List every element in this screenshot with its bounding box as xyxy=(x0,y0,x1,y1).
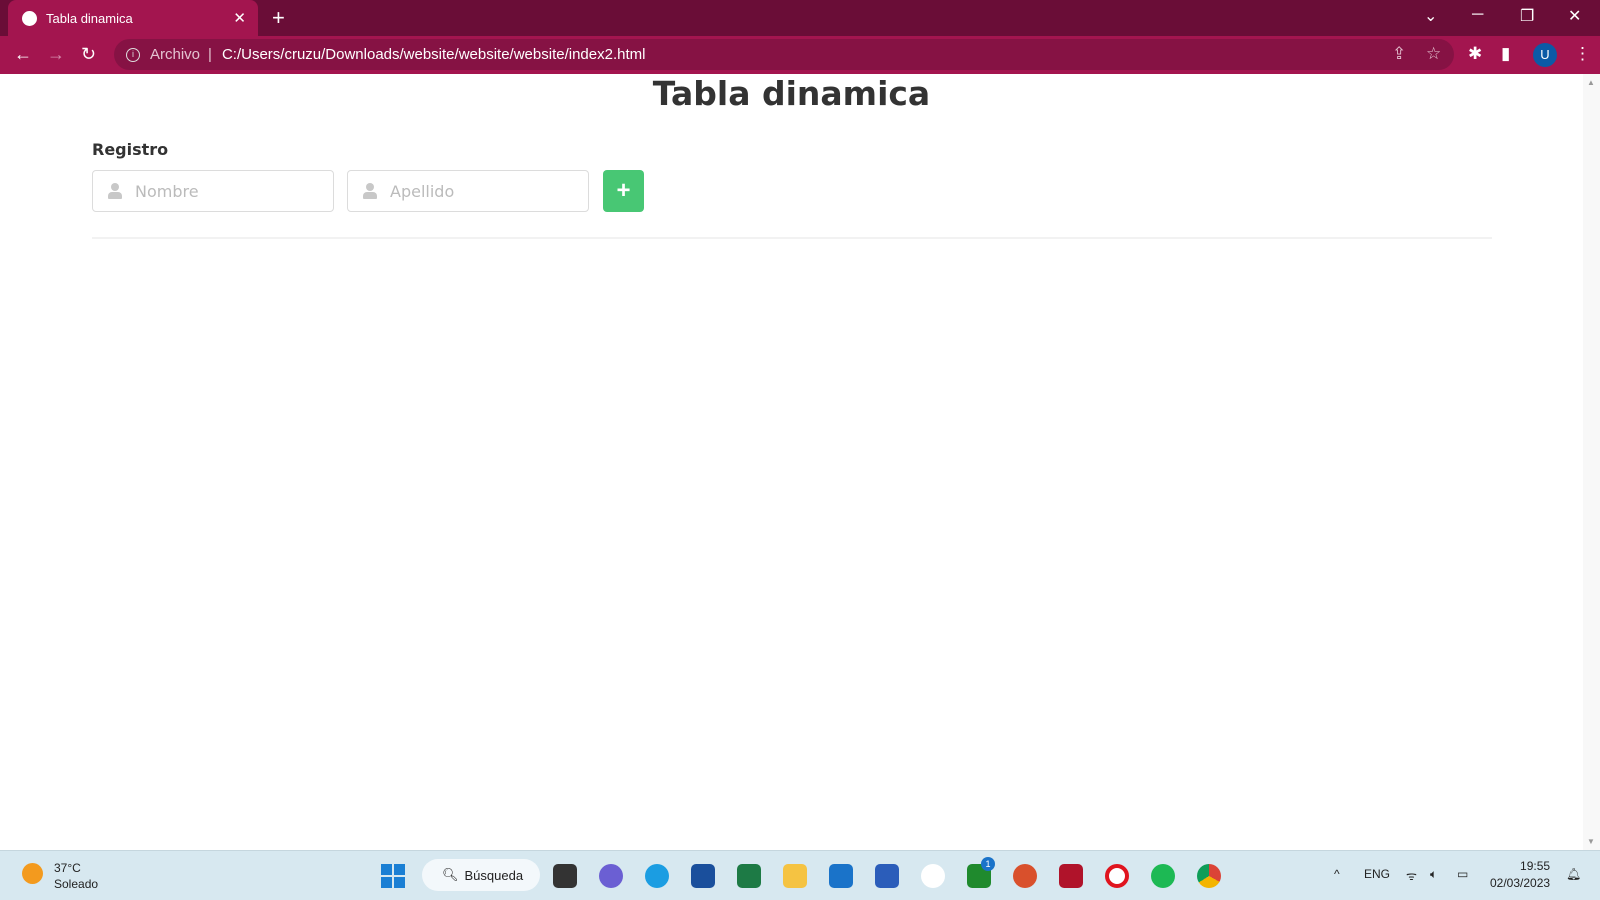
scroll-down-icon[interactable]: ▼ xyxy=(1587,837,1595,846)
new-tab-button[interactable]: + xyxy=(272,5,285,31)
apellido-field[interactable] xyxy=(347,170,589,212)
wifi-icon[interactable]: ᯤ xyxy=(1406,867,1417,884)
notification-badge: 1 xyxy=(981,857,995,871)
tab-search-icon[interactable]: ⌄ xyxy=(1424,6,1437,26)
tab-title: Tabla dinamica xyxy=(46,10,133,26)
address-scheme: Archivo xyxy=(150,46,201,63)
weather-widget[interactable]: 37°C Soleado xyxy=(54,860,98,892)
date: 02/03/2023 xyxy=(1490,876,1551,890)
taskbar-search[interactable]: 🔍︎ Búsqueda xyxy=(422,859,540,891)
nombre-field[interactable] xyxy=(92,170,334,212)
spotify-icon[interactable] xyxy=(1151,864,1175,888)
word-icon[interactable] xyxy=(875,864,899,888)
info-icon[interactable]: i xyxy=(126,47,140,62)
minimize-button[interactable]: ─ xyxy=(1472,6,1483,24)
edge-icon[interactable] xyxy=(645,864,669,888)
taskbar: 37°C Soleado 🔍︎ Búsqueda 1 ^ ENG ᯤ 🔈︎ ▭ … xyxy=(0,850,1600,900)
scroll-up-icon[interactable]: ▲ xyxy=(1587,78,1595,87)
reload-button[interactable]: ↻ xyxy=(81,44,96,65)
excel-icon[interactable] xyxy=(737,864,761,888)
maximize-button[interactable]: ❐ xyxy=(1520,6,1534,26)
temperature: 37°C xyxy=(54,861,81,875)
file-explorer-icon[interactable] xyxy=(783,864,807,888)
back-button[interactable]: ← xyxy=(14,44,32,65)
chrome-icon[interactable] xyxy=(1197,864,1221,888)
opera-icon[interactable] xyxy=(1105,864,1129,888)
weather-condition: Soleado xyxy=(54,877,99,891)
task-view-icon[interactable] xyxy=(553,864,577,888)
user-icon xyxy=(362,183,378,199)
share-icon[interactable]: ⇪ xyxy=(1392,44,1406,64)
forward-button[interactable]: → xyxy=(47,44,65,65)
powerpoint-icon[interactable] xyxy=(1013,864,1037,888)
clock[interactable]: 19:55 02/03/2023 xyxy=(1490,858,1550,892)
address-bar[interactable]: i Archivo | C:/Users/cruzu/Downloads/web… xyxy=(114,39,1454,70)
side-panel-icon[interactable]: ▮ xyxy=(1501,44,1510,64)
bookmark-star-icon[interactable]: ☆ xyxy=(1426,44,1441,64)
app-red-icon[interactable] xyxy=(1059,864,1083,888)
section-label: Registro xyxy=(92,140,169,159)
menu-icon[interactable]: ⋮ xyxy=(1574,44,1591,64)
search-label: Búsqueda xyxy=(464,867,524,883)
teams-icon[interactable] xyxy=(599,864,623,888)
nombre-input[interactable] xyxy=(135,181,325,201)
windows-start-icon[interactable] xyxy=(381,864,405,888)
language-indicator[interactable]: ENG xyxy=(1364,867,1390,881)
store-icon[interactable] xyxy=(691,864,715,888)
divider: | xyxy=(208,46,212,63)
notifications-icon[interactable]: 🔔︎ xyxy=(1566,867,1581,881)
time: 19:55 xyxy=(1520,859,1551,873)
globe-icon xyxy=(22,10,37,26)
close-tab-icon[interactable]: ✕ xyxy=(233,9,246,27)
address-url[interactable]: C:/Users/cruzu/Downloads/website/website… xyxy=(222,46,646,63)
scrollbar[interactable]: ▲ ▼ xyxy=(1583,74,1600,850)
extensions-icon[interactable]: ✱ xyxy=(1468,44,1482,64)
avatar[interactable]: U xyxy=(1533,43,1557,67)
mail-icon[interactable] xyxy=(829,864,853,888)
chevron-up-icon[interactable]: ^ xyxy=(1334,867,1340,881)
battery-icon[interactable]: ▭ xyxy=(1457,867,1468,881)
user-icon xyxy=(107,183,123,199)
volume-icon[interactable]: 🔈︎ xyxy=(1430,867,1437,882)
tab-strip: Tabla dinamica ✕ + ⌄ ─ ❐ ✕ xyxy=(0,0,1600,36)
close-window-button[interactable]: ✕ xyxy=(1568,6,1581,26)
app-icon[interactable] xyxy=(921,864,945,888)
toolbar: ← → ↻ i Archivo | C:/Users/cruzu/Downloa… xyxy=(0,36,1600,74)
add-button[interactable]: + xyxy=(603,170,644,212)
sun-icon[interactable] xyxy=(22,863,43,884)
page-title: Tabla dinamica xyxy=(652,74,931,113)
search-icon: 🔍︎ xyxy=(442,867,459,882)
divider xyxy=(92,237,1492,239)
apellido-input[interactable] xyxy=(390,181,580,201)
browser-tab[interactable]: Tabla dinamica ✕ xyxy=(8,0,258,36)
